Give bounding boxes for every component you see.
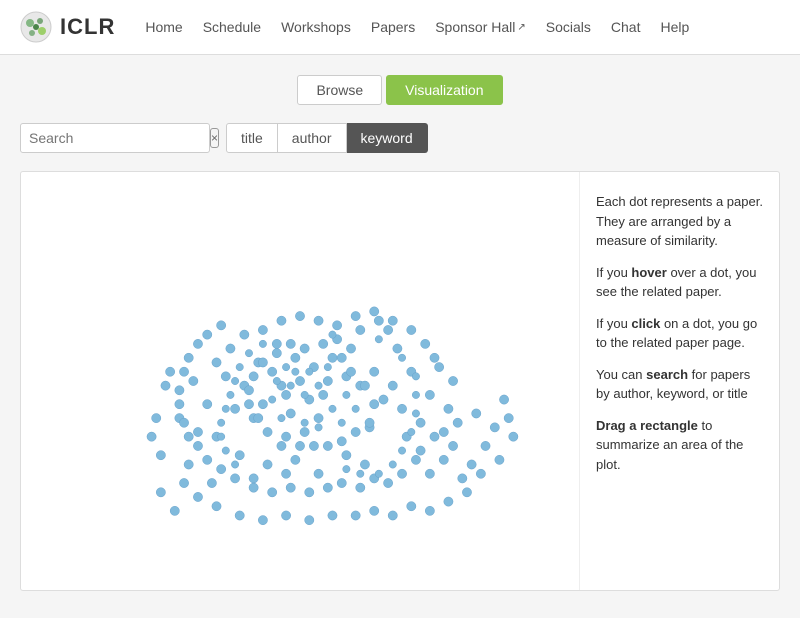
nav-socials[interactable]: Socials bbox=[546, 19, 591, 35]
header: ICLR Home Schedule Workshops Papers Spon… bbox=[0, 0, 800, 55]
filter-author-button[interactable]: author bbox=[278, 123, 347, 153]
visualization-toggle-button[interactable]: Visualization bbox=[386, 75, 502, 105]
info-text-2: If you hover over a dot, you see the rel… bbox=[596, 263, 763, 302]
filter-keyword-button[interactable]: keyword bbox=[347, 123, 428, 153]
iclr-logo-icon bbox=[20, 11, 52, 43]
nav-help[interactable]: Help bbox=[660, 19, 689, 35]
logo-area: ICLR bbox=[20, 11, 115, 43]
nav-schedule[interactable]: Schedule bbox=[203, 19, 261, 35]
dot-cloud-svg[interactable] bbox=[31, 182, 569, 580]
info-text-5: Drag a rectangle to summarize an area of… bbox=[596, 416, 763, 475]
search-wrapper: × bbox=[20, 123, 210, 153]
logo-text: ICLR bbox=[60, 14, 115, 40]
dot-cloud-container[interactable] bbox=[21, 172, 579, 590]
nav-workshops[interactable]: Workshops bbox=[281, 19, 351, 35]
filter-title-button[interactable]: title bbox=[226, 123, 278, 153]
nav-sponsor-hall[interactable]: Sponsor Hall ↗ bbox=[435, 19, 526, 35]
nav-chat[interactable]: Chat bbox=[611, 19, 641, 35]
external-link-icon: ↗ bbox=[517, 22, 525, 33]
main-nav: Home Schedule Workshops Papers Sponsor H… bbox=[145, 19, 780, 35]
info-text-4: You can search for papers by author, key… bbox=[596, 365, 763, 404]
browse-toggle-button[interactable]: Browse bbox=[297, 75, 382, 105]
content-area: Browse Visualization × title author keyw… bbox=[0, 55, 800, 611]
search-input[interactable] bbox=[29, 130, 210, 146]
info-text-1: Each dot represents a paper. They are ar… bbox=[596, 192, 763, 251]
search-clear-button[interactable]: × bbox=[210, 128, 219, 148]
controls-row: × title author keyword bbox=[20, 123, 780, 153]
main-visualization-area: Each dot represents a paper. They are ar… bbox=[20, 171, 780, 591]
filter-buttons: title author keyword bbox=[226, 123, 428, 153]
nav-papers[interactable]: Papers bbox=[371, 19, 415, 35]
view-toggle-row: Browse Visualization bbox=[20, 75, 780, 105]
info-text-3: If you click on a dot, you go to the rel… bbox=[596, 314, 763, 353]
info-panel: Each dot represents a paper. They are ar… bbox=[579, 172, 779, 590]
nav-home[interactable]: Home bbox=[145, 19, 182, 35]
